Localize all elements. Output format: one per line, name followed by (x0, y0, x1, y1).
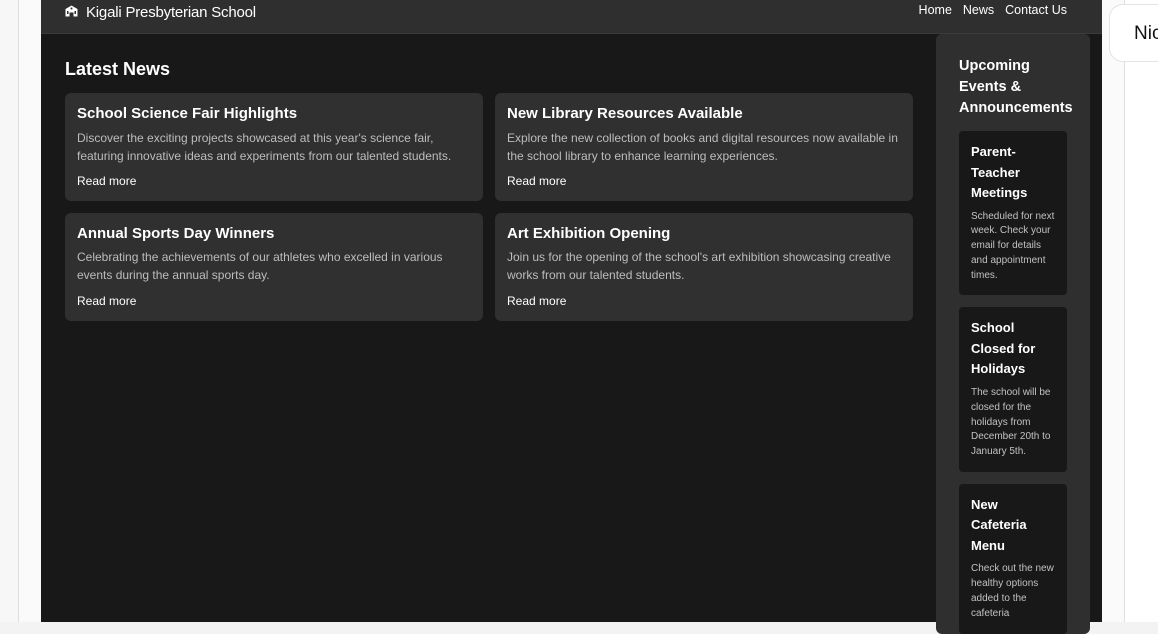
read-more-link[interactable]: Read more (507, 174, 566, 188)
read-more-link[interactable]: Read more (77, 174, 136, 188)
outer-gutter-right (1102, 0, 1124, 622)
news-card-title: Annual Sports Day Winners (77, 225, 275, 242)
section-title: Latest News (65, 59, 171, 79)
event-description: The school will be closed for the holida… (971, 386, 1051, 458)
sidebar-title: Upcoming Events & Announcements (959, 58, 1073, 116)
floating-chip[interactable]: Nic (1109, 4, 1158, 62)
news-grid: School Science Fair Highlights Discover … (65, 93, 913, 321)
news-card: Art Exhibition Opening Join us for the o… (495, 213, 913, 321)
nav-link-home[interactable]: Home (919, 3, 952, 17)
news-card-description: Join us for the opening of the school's … (507, 250, 891, 282)
event-title: New Cafeteria Menu (971, 496, 1027, 553)
news-card-title: School Science Fair Highlights (77, 105, 298, 122)
main-nav: Home News Contact Us (919, 3, 1067, 17)
event-card: New Cafeteria Menu Check out the new hea… (959, 483, 1067, 634)
news-card: New Library Resources Available Explore … (495, 93, 913, 201)
nav-link-contact-us[interactable]: Contact Us (1005, 3, 1067, 17)
event-title: School Closed for Holidays (971, 320, 1036, 377)
top-navigation-bar: Kigali Presbyterian School Home News Con… (41, 0, 1102, 34)
event-title: Parent-Teacher Meetings (971, 144, 1028, 200)
event-description: Scheduled for next week. Check your emai… (971, 210, 1055, 281)
outer-background-right (1125, 0, 1158, 622)
news-card: School Science Fair Highlights Discover … (65, 93, 483, 201)
floating-chip-text: Nic (1134, 23, 1158, 44)
outer-gutter-left (19, 0, 41, 622)
brand[interactable]: Kigali Presbyterian School (65, 2, 256, 22)
events-sidebar: Upcoming Events & Announcements Parent-T… (936, 34, 1090, 634)
news-card: Annual Sports Day Winners Celebrating th… (65, 213, 483, 321)
read-more-link[interactable]: Read more (507, 294, 566, 308)
event-description: Check out the new healthy options added … (971, 563, 1054, 619)
brand-name: Kigali Presbyterian School (86, 3, 256, 21)
site-frame: Kigali Presbyterian School Home News Con… (41, 0, 1102, 634)
event-card: Parent-Teacher Meetings Scheduled for ne… (959, 131, 1067, 296)
nav-link-news[interactable]: News (963, 3, 994, 17)
news-card-title: New Library Resources Available (507, 105, 743, 122)
news-card-title: Art Exhibition Opening (507, 225, 671, 242)
outer-background-left (0, 0, 18, 622)
news-card-description: Celebrating the achievements of our athl… (77, 250, 443, 282)
news-card-description: Discover the exciting projects showcased… (77, 131, 452, 163)
school-building-icon (65, 5, 79, 19)
news-section: Latest News School Science Fair Highligh… (65, 56, 913, 321)
event-card: School Closed for Holidays The school wi… (959, 307, 1067, 472)
read-more-link[interactable]: Read more (77, 294, 136, 308)
news-card-description: Explore the new collection of books and … (507, 131, 898, 163)
